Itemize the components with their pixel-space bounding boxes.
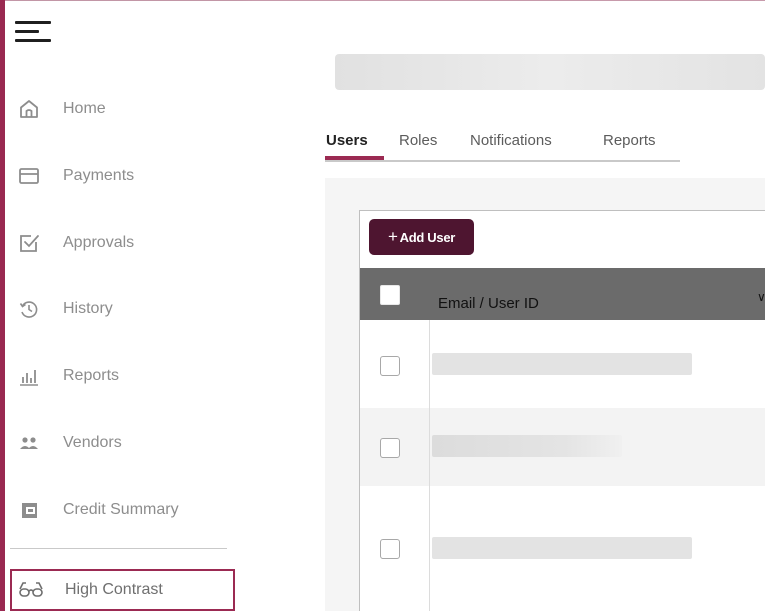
sidebar-item-label: Home: [63, 100, 106, 117]
tab-bar: Users Roles Notifications Reports: [325, 128, 680, 162]
active-tab-indicator: [325, 156, 384, 160]
sidebar-item-vendors[interactable]: Vendors: [10, 423, 232, 463]
history-icon: [15, 295, 43, 323]
sidebar-item-approvals[interactable]: Approvals: [10, 223, 232, 263]
approval-check-icon: [15, 229, 43, 257]
sidebar-item-history[interactable]: History: [10, 289, 232, 329]
sidebar-item-label: Payments: [63, 167, 135, 184]
sidebar-item-label: History: [63, 300, 113, 317]
bar-chart-icon: [15, 362, 43, 390]
page-title-loading: [335, 54, 765, 90]
row-checkbox[interactable]: [380, 438, 400, 458]
sidebar-item-reports[interactable]: Reports: [10, 356, 232, 396]
plus-icon: +: [387, 227, 398, 246]
row-checkbox[interactable]: [380, 539, 400, 559]
add-user-button[interactable]: + Add User: [369, 219, 474, 255]
hamburger-menu-icon[interactable]: [15, 19, 53, 45]
sidebar-item-label: Reports: [63, 367, 120, 384]
add-user-label: Add User: [399, 229, 456, 245]
sidebar-item-home[interactable]: Home: [10, 89, 232, 129]
table-row[interactable]: [360, 320, 765, 408]
loading-placeholder: [432, 353, 692, 375]
loading-placeholder: [432, 537, 692, 559]
glasses-icon: [17, 576, 45, 604]
sidebar-item-credit-summary[interactable]: Credit Summary: [10, 490, 232, 530]
tab-reports[interactable]: Reports: [603, 132, 656, 149]
people-icon: [15, 429, 43, 457]
tab-notifications[interactable]: Notifications: [470, 132, 552, 149]
select-all-checkbox[interactable]: [380, 285, 400, 305]
tab-roles[interactable]: Roles: [399, 132, 437, 149]
card-icon: [15, 162, 43, 190]
high-contrast-label: High Contrast: [65, 581, 163, 598]
loading-placeholder: [432, 435, 622, 457]
table-header: Email / User ID ∨: [360, 268, 765, 320]
column-header-email[interactable]: Email / User ID: [438, 295, 539, 312]
sidebar-item-label: Approvals: [63, 234, 135, 251]
sidebar-item-label: Vendors: [63, 434, 122, 451]
sidebar-item-payments[interactable]: Payments: [10, 156, 232, 196]
table-row[interactable]: [360, 408, 765, 486]
row-checkbox[interactable]: [380, 356, 400, 376]
sidebar-item-label: Credit Summary: [63, 501, 179, 518]
chevron-down-icon[interactable]: ∨: [757, 290, 765, 304]
wallet-icon: [15, 496, 43, 524]
sidebar-divider: [10, 548, 227, 549]
home-icon: [15, 95, 43, 123]
table-row[interactable]: [360, 486, 765, 611]
high-contrast-toggle[interactable]: High Contrast: [10, 569, 235, 611]
column-divider: [429, 320, 430, 611]
tab-users[interactable]: Users: [326, 132, 368, 149]
